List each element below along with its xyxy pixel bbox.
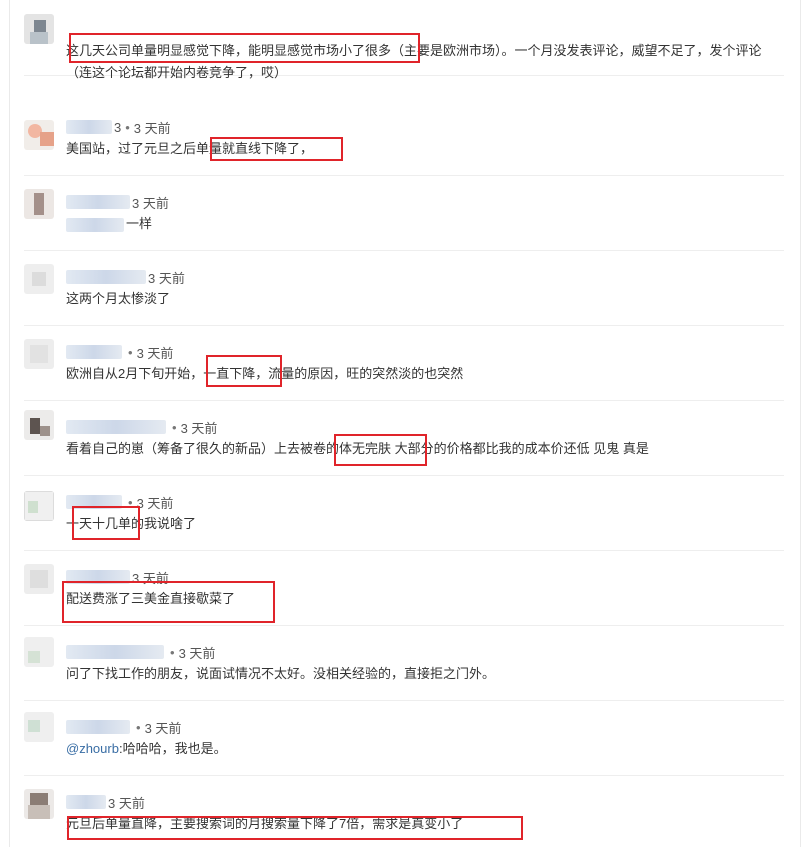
author-name[interactable] <box>66 795 106 809</box>
comment-item: 3 • 3 天前 美国站，过了元旦之后单量就直线下降了， <box>24 100 784 176</box>
comment-time: 3 天前 <box>136 345 174 361</box>
avatar[interactable] <box>24 712 54 742</box>
highlight-box <box>67 816 523 840</box>
author-name[interactable] <box>66 345 122 359</box>
comment-list: 这几天公司单量明显感觉下降，能明显感觉市场小了很多（主要是欧洲市场）。一个月没发… <box>9 0 801 847</box>
comment-item: 3 天前 这两个月太惨淡了 <box>24 250 784 326</box>
author-name[interactable] <box>66 645 164 659</box>
highlight-box <box>210 137 343 161</box>
author-name[interactable] <box>66 120 112 134</box>
avatar[interactable] <box>24 120 54 150</box>
highlight-box <box>334 434 427 466</box>
comment-text: 一样 <box>66 213 778 235</box>
comment-time: 3 天前 <box>133 120 171 136</box>
avatar[interactable] <box>24 189 54 219</box>
avatar[interactable] <box>24 564 54 594</box>
comment-meta: • 3 天前 <box>66 343 173 361</box>
comment-text: 这两个月太惨淡了 <box>66 291 171 306</box>
user-mention-link[interactable]: @zhourb <box>66 741 119 756</box>
comment-time: 3 天前 <box>108 795 145 811</box>
comment-meta: • 3 天前 <box>66 418 217 436</box>
comment-text: 美国站，过了元旦之后单量就直线下降了， <box>66 141 314 156</box>
avatar[interactable] <box>24 637 54 667</box>
avatar[interactable] <box>24 789 54 819</box>
author-name[interactable] <box>66 720 130 734</box>
comment-meta: 3 天前 <box>66 793 145 811</box>
highlight-box <box>69 33 420 63</box>
author-name[interactable] <box>66 270 146 284</box>
comment-meta: • 3 天前 <box>66 718 181 736</box>
comment-time: 3 天前 <box>180 420 218 436</box>
avatar[interactable] <box>24 14 54 44</box>
comment-meta: 3 天前 <box>66 268 185 286</box>
highlight-box <box>206 355 282 387</box>
author-name[interactable] <box>66 195 130 209</box>
comment-text: 问了下找工作的朋友，说面试情况不太好。没相关经验的，直接拒之门外。 <box>66 666 496 681</box>
comment-time: 3 天前 <box>178 645 216 661</box>
comment-text: @zhourb:哈哈哈，我也是。 <box>66 741 227 756</box>
comment-text: 欧洲自从2月下旬开始，一直下降，流量的原因，旺的突然淡的也突然 <box>66 366 464 381</box>
highlight-box <box>62 581 275 623</box>
comment-item: • 3 天前 问了下找工作的朋友，说面试情况不太好。没相关经验的，直接拒之门外。 <box>24 625 784 701</box>
avatar[interactable] <box>24 491 54 521</box>
highlight-box <box>72 506 140 540</box>
comment-time: 3 天前 <box>148 270 185 286</box>
comment-meta: • 3 天前 <box>66 643 215 661</box>
comment-meta: 3 天前 <box>66 193 169 211</box>
author-suffix: 3 <box>114 119 122 135</box>
avatar[interactable] <box>24 410 54 440</box>
comment-time: 3 天前 <box>136 495 174 511</box>
comment-item: 3 天前 一样 <box>24 175 784 251</box>
author-name[interactable] <box>66 420 166 434</box>
comment-text: 一天十几单的我说啥了 <box>66 516 197 531</box>
comment-item: • 3 天前 欧洲自从2月下旬开始，一直下降，流量的原因，旺的突然淡的也突然 <box>24 325 784 401</box>
comment-time: 3 天前 <box>132 195 169 211</box>
comment-meta: 3 • 3 天前 <box>66 118 171 136</box>
comment-time: 3 天前 <box>144 720 182 736</box>
avatar[interactable] <box>24 264 54 294</box>
comment-item: • 3 天前 @zhourb:哈哈哈，我也是。 <box>24 700 784 776</box>
avatar[interactable] <box>24 339 54 369</box>
